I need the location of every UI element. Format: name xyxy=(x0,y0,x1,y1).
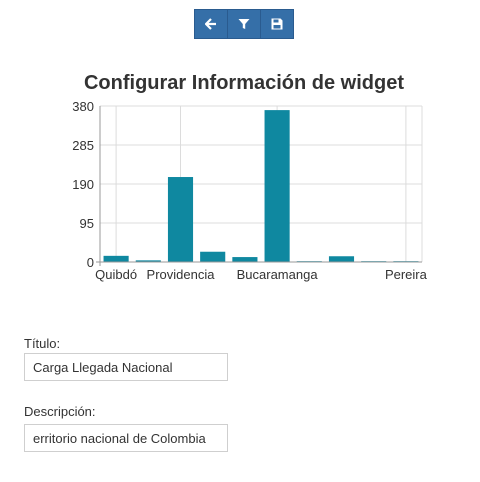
y-tick-label: 285 xyxy=(72,138,94,153)
x-tick-label: Quibdó xyxy=(95,267,137,282)
y-tick-label: 190 xyxy=(72,177,94,192)
y-tick-label: 380 xyxy=(72,99,94,114)
back-button[interactable] xyxy=(195,10,228,38)
filter-icon xyxy=(238,18,250,30)
bar[interactable] xyxy=(264,110,290,263)
x-tick-label: Pereira xyxy=(385,267,428,282)
x-tick-label: Bucaramanga xyxy=(237,267,319,282)
bar-chart: 0 95 190 285 380 Quibdó Providencia Bucaramanga… xyxy=(72,99,428,282)
y-tick-label: 0 xyxy=(87,255,94,270)
x-tick-label: Providencia xyxy=(147,267,216,282)
title-label: Título: xyxy=(24,336,61,351)
save-button[interactable] xyxy=(261,10,293,38)
description-label: Descripción: xyxy=(24,404,96,419)
filter-button[interactable] xyxy=(228,10,261,38)
bar[interactable] xyxy=(200,251,226,262)
y-tick-label: 95 xyxy=(80,216,94,231)
bar[interactable] xyxy=(103,255,129,262)
title-input[interactable] xyxy=(24,353,228,381)
bar[interactable] xyxy=(232,257,258,262)
widget-toolbar xyxy=(194,9,294,39)
description-input[interactable] xyxy=(24,424,228,452)
arrow-left-icon xyxy=(205,18,217,30)
bar[interactable] xyxy=(328,256,355,262)
chart-title: Configurar Información de widget xyxy=(83,72,404,94)
save-icon xyxy=(271,18,283,30)
bar[interactable] xyxy=(167,177,194,262)
